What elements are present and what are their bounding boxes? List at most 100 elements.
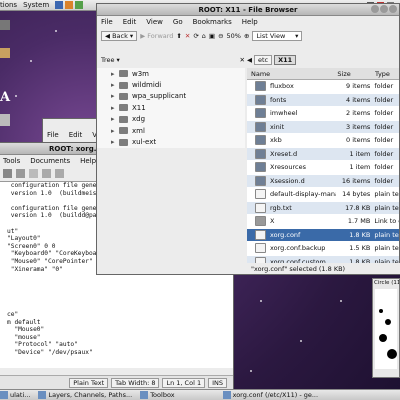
stop-icon[interactable]: ✕ bbox=[185, 32, 190, 40]
trash-icon[interactable] bbox=[0, 114, 10, 126]
file-row[interactable]: fluxbox 9 items folder bbox=[247, 80, 399, 94]
file-row[interactable]: Xresources 1 item folder bbox=[247, 161, 399, 175]
system-menu[interactable]: System bbox=[23, 1, 49, 9]
tree-item[interactable]: ▸ wpa_supplicant bbox=[97, 91, 245, 102]
copy-icon[interactable] bbox=[55, 169, 64, 178]
column-name[interactable]: Name bbox=[247, 70, 337, 78]
file-name-cell: Xsession.d bbox=[247, 175, 336, 186]
file-name: xorg.conf bbox=[270, 230, 301, 239]
zoom-out-icon[interactable]: ⊖ bbox=[218, 32, 223, 40]
file-row[interactable]: fonts 4 items folder bbox=[247, 93, 399, 107]
maximize-icon[interactable] bbox=[380, 5, 388, 13]
file-size: 1 item bbox=[349, 149, 371, 158]
launcher-icons[interactable] bbox=[55, 1, 84, 9]
file-name-cell: fonts bbox=[247, 94, 336, 105]
text-line bbox=[7, 304, 233, 312]
save-icon[interactable] bbox=[3, 169, 12, 178]
gedit-statusbar: Plain Text Tab Width: 8 Ln 1, Col 1 INS bbox=[0, 375, 233, 389]
file-type: plain text bbox=[374, 203, 399, 212]
menu-help[interactable]: Help bbox=[80, 157, 96, 165]
file-name: Xsession.d bbox=[270, 176, 305, 185]
menu-view[interactable]: View bbox=[146, 18, 163, 26]
back-menu-edit[interactable]: Edit bbox=[69, 131, 83, 139]
language-selector[interactable]: Plain Text bbox=[69, 377, 109, 388]
text-line: ce" bbox=[7, 311, 19, 319]
file-row[interactable]: X 1.7 MBLink to exe bbox=[247, 215, 399, 229]
applications-menu[interactable]: tions bbox=[0, 1, 17, 9]
close-icon[interactable]: ✕ bbox=[240, 56, 245, 64]
file-row[interactable]: rgb.txt 17.8 KBplain text bbox=[247, 201, 399, 215]
menu-bookmarks[interactable]: Bookmarks bbox=[193, 18, 232, 26]
taskbar-item[interactable]: ulati... bbox=[0, 391, 30, 399]
file-size: 1.8 KB bbox=[349, 230, 371, 239]
back-button[interactable]: ◀ Back ▾ bbox=[101, 31, 138, 41]
file-name: imwheel bbox=[270, 109, 298, 118]
path-button-etc[interactable]: etc bbox=[254, 55, 273, 65]
back-menu-file[interactable]: File bbox=[47, 131, 59, 139]
menu-edit[interactable]: Edit bbox=[123, 18, 137, 26]
tree-item[interactable]: ▸ xml bbox=[97, 125, 245, 136]
file-type: plain text bbox=[374, 190, 399, 199]
selection-status: "xorg.conf" selected (1.8 KB) bbox=[251, 264, 346, 273]
file-type: folder bbox=[374, 149, 394, 158]
tree-item[interactable]: ▸ wildmidi bbox=[97, 79, 245, 90]
cut-icon[interactable] bbox=[42, 169, 51, 178]
font-icon[interactable]: A bbox=[0, 90, 10, 105]
file-row[interactable]: xorg.conf 1.8 KBplain text bbox=[247, 228, 399, 242]
taskbar-item[interactable]: Layers, Channels, Paths... bbox=[38, 391, 132, 399]
file-browser-titlebar[interactable]: ROOT: X11 - File Browser bbox=[97, 4, 399, 16]
forward-button[interactable]: ▶ Forward bbox=[140, 32, 173, 40]
sidebar-mode-label[interactable]: Tree bbox=[101, 56, 115, 64]
path-left-arrow-icon[interactable]: ◀ bbox=[247, 56, 252, 64]
print-icon[interactable] bbox=[16, 169, 25, 178]
menu-tools[interactable]: Tools bbox=[3, 157, 20, 165]
path-bar: ◀ etc X11 bbox=[247, 54, 297, 66]
taskbar-item[interactable]: Toolbox bbox=[140, 391, 175, 399]
file-row[interactable]: imwheel 2 items folder bbox=[247, 107, 399, 121]
file-name-cell: X bbox=[247, 216, 336, 227]
file-row[interactable]: xkb 0 items folder bbox=[247, 134, 399, 148]
tree-item[interactable]: ▸ w3m bbox=[97, 68, 245, 79]
file-row[interactable]: default-display-manager 14 bytesplain tex… bbox=[247, 188, 399, 202]
file-row[interactable]: Xsession.d 16 items folder bbox=[247, 174, 399, 188]
brush-grid[interactable] bbox=[375, 289, 397, 369]
up-icon[interactable]: ⬆ bbox=[176, 32, 181, 40]
text-line: "Device" "/dev/psaux" bbox=[7, 349, 93, 357]
view-mode-select[interactable]: List View ▾ bbox=[252, 31, 303, 41]
close-icon[interactable] bbox=[389, 5, 397, 13]
file-type: folder bbox=[374, 136, 394, 145]
tree-item[interactable]: ▸ xul-ext bbox=[97, 136, 245, 147]
column-size[interactable]: Size bbox=[337, 70, 375, 78]
file-browser-title: ROOT: X11 - File Browser bbox=[198, 5, 298, 14]
tree-item[interactable]: ▸ X11 bbox=[97, 102, 245, 113]
file-type: folder bbox=[374, 82, 394, 91]
text-file-icon bbox=[255, 229, 266, 240]
file-name-cell: xinit bbox=[247, 121, 336, 132]
menu-help[interactable]: Help bbox=[242, 18, 258, 26]
computer-icon[interactable] bbox=[0, 20, 10, 30]
tree-item[interactable]: ▸ xdg bbox=[97, 114, 245, 125]
text-line bbox=[7, 296, 233, 304]
menu-documents[interactable]: Documents bbox=[30, 157, 70, 165]
file-row[interactable]: Xreset.d 1 item folder bbox=[247, 147, 399, 161]
file-row[interactable]: xorg.conf.backup 1.5 KBplain text bbox=[247, 242, 399, 256]
path-button-x11[interactable]: X11 bbox=[274, 55, 297, 65]
column-type[interactable]: Type bbox=[375, 70, 399, 78]
menu-go[interactable]: Go bbox=[173, 18, 183, 26]
file-name: xorg.conf.backup bbox=[270, 244, 326, 253]
file-size: 1.5 KB bbox=[349, 244, 371, 253]
home-folder-icon[interactable] bbox=[0, 48, 10, 58]
file-row[interactable]: xinit 3 items folder bbox=[247, 120, 399, 134]
taskbar-item[interactable]: xorg.conf (/etc/X11) - ge... bbox=[222, 391, 318, 399]
minimize-icon[interactable] bbox=[371, 5, 379, 13]
home-icon[interactable]: ⌂ bbox=[202, 32, 206, 40]
reload-icon[interactable]: ⟳ bbox=[193, 32, 198, 40]
zoom-in-icon[interactable]: ⊕ bbox=[244, 32, 249, 40]
file-browser-menubar: File Edit View Go Bookmarks Help bbox=[97, 16, 399, 28]
tab-width-selector[interactable]: Tab Width: 8 bbox=[111, 377, 160, 388]
undo-icon[interactable] bbox=[29, 169, 38, 178]
menu-file[interactable]: File bbox=[101, 18, 113, 26]
file-size: 14 bytes bbox=[342, 190, 371, 199]
text-line: m default bbox=[7, 318, 41, 326]
computer-icon[interactable]: ▣ bbox=[209, 32, 215, 40]
